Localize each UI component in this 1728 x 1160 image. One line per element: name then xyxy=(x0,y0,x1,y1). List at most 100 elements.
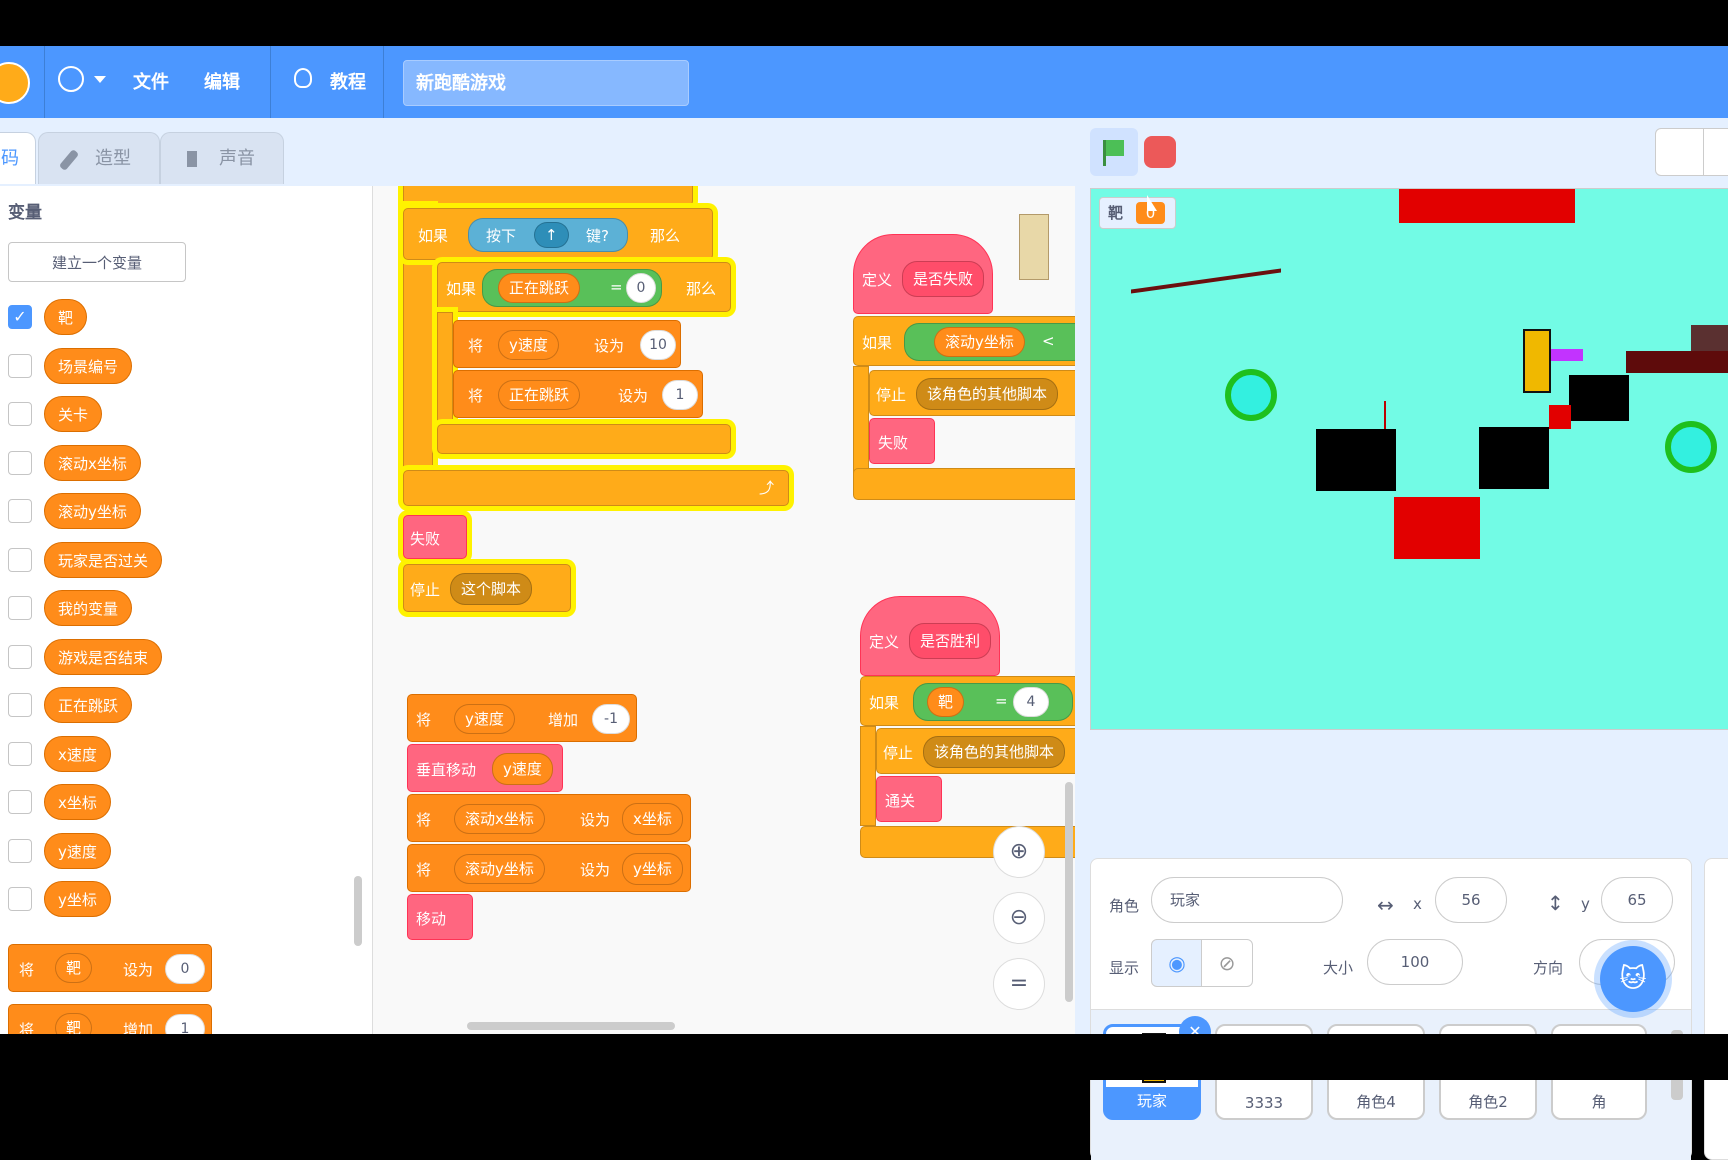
value-input[interactable]: 0 xyxy=(626,273,656,303)
show-hidden-button[interactable]: ⊘ xyxy=(1201,939,1253,987)
variable-checkbox[interactable] xyxy=(8,354,32,378)
variable-checkbox[interactable] xyxy=(8,645,32,669)
stop-others-block[interactable]: 停止 该角色的其他脚本 xyxy=(869,370,1075,416)
variable-checkbox[interactable] xyxy=(8,451,32,475)
variable-checkbox[interactable] xyxy=(8,596,32,620)
large-stage-button[interactable] xyxy=(1703,128,1728,176)
win-call-block[interactable]: 通关 xyxy=(876,776,942,822)
if-key-block[interactable]: 如果 按下 ↑ 键? 那么 xyxy=(403,208,713,260)
define-win-hat[interactable]: 定义 是否胜利 xyxy=(860,596,1000,676)
palette-scrollbar[interactable] xyxy=(354,876,362,946)
define-fail-hat[interactable]: 定义 是否失败 xyxy=(853,234,993,314)
value-input[interactable]: -1 xyxy=(592,704,630,734)
move-vertical-block[interactable]: 垂直移动 y速度 xyxy=(407,744,563,792)
change-yspeed-block[interactable]: 将 y速度 增加 -1 xyxy=(407,694,637,742)
variable-reporter[interactable]: 游戏是否结束 xyxy=(44,639,163,675)
stop-option-dropdown[interactable]: 该角色的其他脚本 xyxy=(916,378,1059,410)
if-arm[interactable] xyxy=(860,726,876,826)
variable-reporter[interactable]: x速度 xyxy=(44,736,111,772)
zoom-reset-button[interactable]: = xyxy=(993,958,1045,1010)
variable-reporter[interactable]: 场景编号 xyxy=(44,348,133,384)
small-stage-button[interactable] xyxy=(1655,128,1705,176)
variable-reporter[interactable]: 靶 xyxy=(44,299,88,335)
if-arm[interactable] xyxy=(853,366,869,476)
stage-canvas[interactable]: 靶 0 xyxy=(1090,188,1728,730)
scratch-logo-icon[interactable] xyxy=(0,62,30,104)
set-scroll-x-block[interactable]: 将 滚动x坐标 设为 x坐标 xyxy=(407,794,691,842)
variable-reporter[interactable]: 正在跳跃 xyxy=(498,273,581,303)
if-arm[interactable] xyxy=(437,312,453,442)
if-fail-block[interactable]: 如果 滚动y坐标 < xyxy=(853,316,1075,366)
value-input[interactable]: 1 xyxy=(662,380,698,410)
variable-checkbox[interactable]: ✓ xyxy=(8,305,32,329)
if-fail-bottom[interactable] xyxy=(853,468,1075,500)
variable-checkbox[interactable] xyxy=(8,499,32,523)
variable-dropdown[interactable]: 靶 xyxy=(55,1013,93,1034)
variable-reporter[interactable]: 我的变量 xyxy=(44,590,133,626)
tab-code[interactable]: 码 xyxy=(0,132,36,184)
variable-checkbox[interactable] xyxy=(8,548,32,572)
tab-sounds[interactable]: 声音 xyxy=(160,132,284,184)
move-call-block[interactable]: 移动 xyxy=(407,894,473,940)
add-sprite-button[interactable]: 🐱 xyxy=(1600,946,1666,1012)
x-input[interactable]: 56 xyxy=(1435,877,1507,923)
size-input[interactable]: 100 xyxy=(1367,939,1463,985)
script-area[interactable]: ⤴ 如果 按下 ↑ 键? 那么 如果 正在跳跃 = 0 那么 将 y速度 设为 … xyxy=(373,186,1075,1034)
variable-reporter[interactable]: 靶 xyxy=(927,687,965,717)
if-jumping-block[interactable]: 如果 正在跳跃 = 0 那么 xyxy=(437,262,731,312)
variable-checkbox[interactable] xyxy=(8,742,32,766)
green-flag-button[interactable] xyxy=(1090,128,1138,176)
variable-checkbox[interactable] xyxy=(8,887,32,911)
file-menu[interactable]: 文件 xyxy=(133,68,169,94)
vertical-scrollbar[interactable] xyxy=(1065,782,1073,1002)
project-title-input[interactable]: 新跑酷游戏 xyxy=(403,60,689,106)
change-variable-block[interactable]: 将 靶 增加 1 xyxy=(8,1004,212,1034)
variable-checkbox[interactable] xyxy=(8,790,32,814)
set-yspeed-block[interactable]: 将 y速度 设为 10 xyxy=(453,320,681,368)
stop-block[interactable]: 停止 这个脚本 xyxy=(403,564,571,612)
sprite-name-input[interactable]: 玩家 xyxy=(1151,877,1343,923)
variable-reporter[interactable]: 正在跳跃 xyxy=(44,687,133,723)
stop-option-dropdown[interactable]: 这个脚本 xyxy=(450,573,533,605)
value-input[interactable]: 0 xyxy=(165,954,205,984)
variable-dropdown[interactable]: 滚动x坐标 xyxy=(454,804,545,834)
variable-dropdown[interactable]: 靶 xyxy=(55,953,93,983)
set-scroll-y-block[interactable]: 将 滚动y坐标 设为 y坐标 xyxy=(407,844,691,892)
variable-reporter[interactable]: 玩家是否过关 xyxy=(44,542,163,578)
variable-reporter[interactable]: y速度 xyxy=(44,833,111,869)
variable-reporter[interactable]: 滚动y坐标 xyxy=(934,327,1025,357)
y-input[interactable]: 65 xyxy=(1601,877,1673,923)
set-variable-block[interactable]: 将 靶 设为 0 xyxy=(8,944,212,992)
fail-call-block[interactable]: 失败 xyxy=(403,515,467,559)
edit-menu[interactable]: 编辑 xyxy=(204,68,240,94)
zoom-in-button[interactable]: ⊕ xyxy=(993,826,1045,878)
variable-dropdown[interactable]: 正在跳跃 xyxy=(498,380,581,410)
if-win-block[interactable]: 如果 靶 = 4 xyxy=(860,676,1075,726)
variable-reporter[interactable]: x坐标 xyxy=(622,803,683,835)
tutorials-menu[interactable]: 教程 xyxy=(330,68,366,94)
language-globe-icon[interactable] xyxy=(58,66,84,92)
variable-dropdown[interactable]: y速度 xyxy=(498,330,559,360)
variable-reporter[interactable]: 滚动x坐标 xyxy=(44,445,141,481)
variable-reporter[interactable]: y速度 xyxy=(492,753,553,785)
variable-reporter[interactable]: x坐标 xyxy=(44,784,111,820)
stage-target-panel[interactable] xyxy=(1704,858,1728,1160)
value-input[interactable]: 10 xyxy=(640,330,676,360)
key-dropdown[interactable]: ↑ xyxy=(534,222,569,248)
variable-checkbox[interactable] xyxy=(8,693,32,717)
variable-reporter[interactable]: 滚动y坐标 xyxy=(44,493,141,529)
variable-dropdown[interactable]: 滚动y坐标 xyxy=(454,854,545,884)
variable-checkbox[interactable] xyxy=(8,839,32,863)
horizontal-scrollbar[interactable] xyxy=(467,1022,675,1030)
tab-costumes[interactable]: 造型 xyxy=(38,132,160,184)
value-input[interactable]: 1 xyxy=(165,1014,205,1034)
variable-dropdown[interactable]: y速度 xyxy=(454,704,515,734)
forever-block-bottom[interactable]: ⤴ xyxy=(403,470,789,506)
forever-block-top[interactable] xyxy=(403,186,693,206)
stop-option-dropdown[interactable]: 该角色的其他脚本 xyxy=(923,736,1066,768)
stop-others-block[interactable]: 停止 该角色的其他脚本 xyxy=(876,728,1075,774)
if-jumping-bottom[interactable] xyxy=(437,424,731,454)
variable-reporter[interactable]: y坐标 xyxy=(44,881,111,917)
variable-checkbox[interactable] xyxy=(8,402,32,426)
make-variable-button[interactable]: 建立一个变量 xyxy=(8,242,186,282)
